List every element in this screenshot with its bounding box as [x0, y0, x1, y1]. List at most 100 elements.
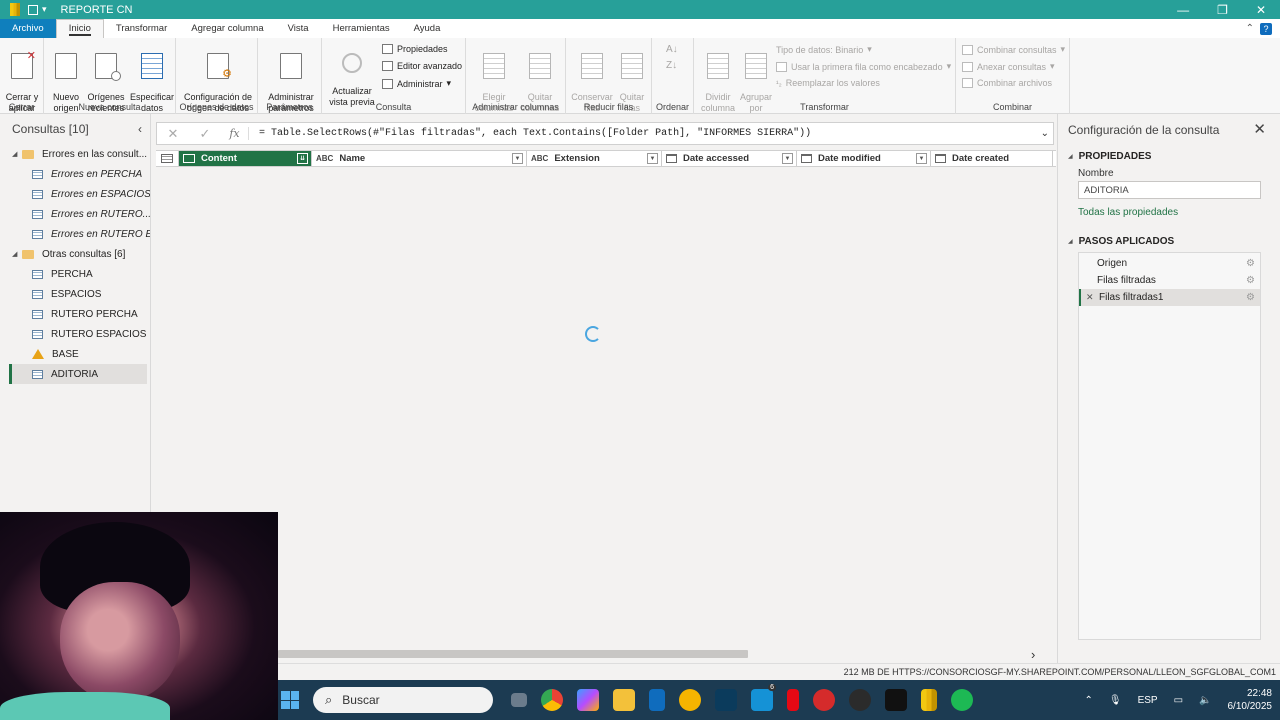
all-properties-link[interactable]: Todas las propiedades — [1078, 207, 1178, 218]
tab-archivo[interactable]: Archivo — [0, 19, 56, 38]
column-header-content[interactable]: Content ⇊ — [179, 151, 312, 166]
query-item[interactable]: ESPACIOS — [0, 284, 150, 304]
properties-button[interactable]: Propiedades — [382, 44, 448, 54]
filter-dropdown-icon[interactable]: ▼ — [512, 153, 523, 164]
append-queries-button[interactable]: Anexar consultas ▾ — [962, 61, 1055, 72]
cancel-formula-icon[interactable]: ✕ — [157, 126, 189, 142]
browser-icon[interactable] — [679, 689, 701, 711]
table-icon — [32, 289, 43, 299]
formula-text[interactable]: = Table.SelectRows(#"Filas filtradas", e… — [249, 128, 811, 139]
query-group-otras[interactable]: ◢ Otras consultas [6] — [0, 244, 150, 264]
sort-descending-button[interactable]: Z↓ — [666, 60, 677, 71]
query-item[interactable]: Errores en RUTERO... — [0, 204, 150, 224]
append-queries-icon — [962, 61, 973, 72]
advanced-editor-button[interactable]: Editor avanzado — [382, 61, 462, 71]
query-item[interactable]: Errores en PERCHA — [0, 164, 150, 184]
query-item[interactable]: RUTERO PERCHA — [0, 304, 150, 324]
expand-formula-icon[interactable]: ⌄ — [1041, 128, 1049, 139]
chrome-icon[interactable] — [541, 689, 563, 711]
help-icon[interactable]: ? — [1260, 22, 1272, 35]
collapse-ribbon-icon[interactable]: ⌃ — [1246, 23, 1254, 34]
messaging-icon[interactable]: 6 — [751, 684, 776, 711]
netflix-icon[interactable] — [787, 689, 799, 711]
column-header-date-created[interactable]: Date created — [931, 151, 1053, 166]
confirm-formula-icon[interactable]: ✓ — [189, 126, 221, 142]
tab-inicio[interactable]: Inicio — [55, 19, 104, 38]
gear-icon[interactable]: ⚙ — [1246, 258, 1255, 269]
tab-herramientas[interactable]: Herramientas — [321, 19, 402, 38]
horizontal-scrollbar[interactable] — [278, 650, 748, 658]
store-icon[interactable] — [649, 689, 665, 711]
language-indicator[interactable]: ESP — [1138, 695, 1158, 706]
query-item[interactable]: BASE — [0, 344, 150, 364]
delete-step-icon[interactable]: ✕ — [1086, 292, 1094, 303]
table-menu-button[interactable] — [156, 151, 179, 166]
scroll-right-icon[interactable]: › — [1031, 647, 1035, 662]
column-header-extension[interactable]: ABC Extension ▼ — [527, 151, 662, 166]
show-hidden-icons-icon[interactable]: ⌃ — [1084, 695, 1092, 706]
minimize-button[interactable]: — — [1177, 3, 1189, 17]
tab-vista[interactable]: Vista — [276, 19, 321, 38]
copilot-icon[interactable] — [577, 689, 599, 711]
quick-access-dropdown-icon[interactable]: ▾ — [42, 4, 47, 15]
query-item[interactable]: Errores en RUTERO E... — [0, 224, 150, 244]
manage-button[interactable]: Administrar ▾ — [382, 78, 451, 89]
tab-label: Inicio — [68, 22, 91, 36]
step-item-selected[interactable]: ✕ Filas filtradas1 ⚙ — [1079, 289, 1260, 306]
task-view-icon[interactable] — [511, 693, 527, 707]
column-header-date-modified[interactable]: Date modified ▼ — [797, 151, 931, 166]
query-item[interactable]: PERCHA — [0, 264, 150, 284]
tab-ayuda[interactable]: Ayuda — [402, 19, 453, 38]
query-name-field[interactable]: ADITORIA — [1078, 181, 1261, 199]
tiktok-icon[interactable] — [885, 689, 907, 711]
close-window-button[interactable]: ✕ — [1256, 3, 1266, 17]
merge-queries-button[interactable]: Combinar consultas ▾ — [962, 44, 1065, 55]
microphone-icon[interactable]: 🎙 — [1109, 695, 1122, 706]
step-item[interactable]: Origen ⚙ — [1079, 255, 1260, 272]
windows-start-icon[interactable] — [281, 691, 299, 709]
step-label: Origen — [1097, 258, 1128, 269]
step-item[interactable]: Filas filtradas ⚙ — [1079, 272, 1260, 289]
expand-triangle-icon[interactable]: ◢ — [12, 250, 17, 258]
tab-agregar-columna[interactable]: Agregar columna — [179, 19, 275, 38]
query-item-selected[interactable]: ADITORIA — [9, 364, 147, 384]
file-explorer-icon[interactable] — [613, 689, 635, 711]
replace-values-button[interactable]: ¹₂ Reemplazar los valores — [776, 78, 880, 88]
data-type-dropdown[interactable]: Tipo de datos: Binario ▾ — [776, 44, 872, 55]
taskbar-search[interactable]: ⌕ Buscar — [313, 687, 493, 713]
restore-button[interactable]: ❐ — [1217, 3, 1228, 17]
combine-files-button[interactable]: Combinar archivos — [962, 78, 1052, 88]
obs-icon[interactable] — [849, 689, 871, 711]
network-icon[interactable]: ▭ — [1174, 695, 1183, 706]
column-label: Date accessed — [683, 153, 750, 164]
dropdown-arrow-icon: ▾ — [946, 61, 952, 71]
expand-binary-icon[interactable]: ⇊ — [297, 153, 308, 164]
table-icon — [32, 269, 43, 279]
tab-transformar[interactable]: Transformar — [104, 19, 179, 38]
powerbi-icon[interactable] — [921, 689, 937, 711]
save-icon[interactable] — [28, 4, 38, 15]
expand-triangle-icon[interactable]: ◢ — [12, 150, 17, 158]
column-header-name[interactable]: ABC Name ▼ — [312, 151, 527, 166]
disney-plus-icon[interactable] — [715, 689, 737, 711]
filter-dropdown-icon[interactable]: ▼ — [782, 153, 793, 164]
applied-steps-header[interactable]: PASOS APLICADOS — [1068, 236, 1175, 247]
gear-icon[interactable]: ⚙ — [1246, 275, 1255, 286]
gear-icon[interactable]: ⚙ — [1246, 292, 1255, 303]
close-pane-icon[interactable]: ✕ — [1253, 120, 1266, 138]
spotify-icon[interactable] — [951, 689, 973, 711]
properties-section-header[interactable]: PROPIEDADES — [1068, 151, 1152, 162]
clock[interactable]: 22:48 6/10/2025 — [1228, 687, 1273, 713]
refresh-preview-button[interactable]: Actualizar vista previa — [324, 42, 380, 108]
filter-dropdown-icon[interactable]: ▼ — [647, 153, 658, 164]
filter-dropdown-icon[interactable]: ▼ — [916, 153, 927, 164]
volume-icon[interactable]: 🔈 — [1199, 695, 1211, 706]
query-item[interactable]: Errores en ESPACIOS — [0, 184, 150, 204]
app-icon[interactable] — [813, 689, 835, 711]
column-header-date-accessed[interactable]: Date accessed ▼ — [662, 151, 797, 166]
sort-ascending-button[interactable]: A↓ — [666, 44, 678, 55]
query-group-errores[interactable]: ◢ Errores en las consult... — [0, 144, 150, 164]
use-first-row-headers-button[interactable]: Usar la primera fila como encabezado ▾ — [776, 61, 951, 72]
query-item[interactable]: RUTERO ESPACIOS — [0, 324, 150, 344]
collapse-pane-icon[interactable]: ‹ — [138, 122, 142, 136]
